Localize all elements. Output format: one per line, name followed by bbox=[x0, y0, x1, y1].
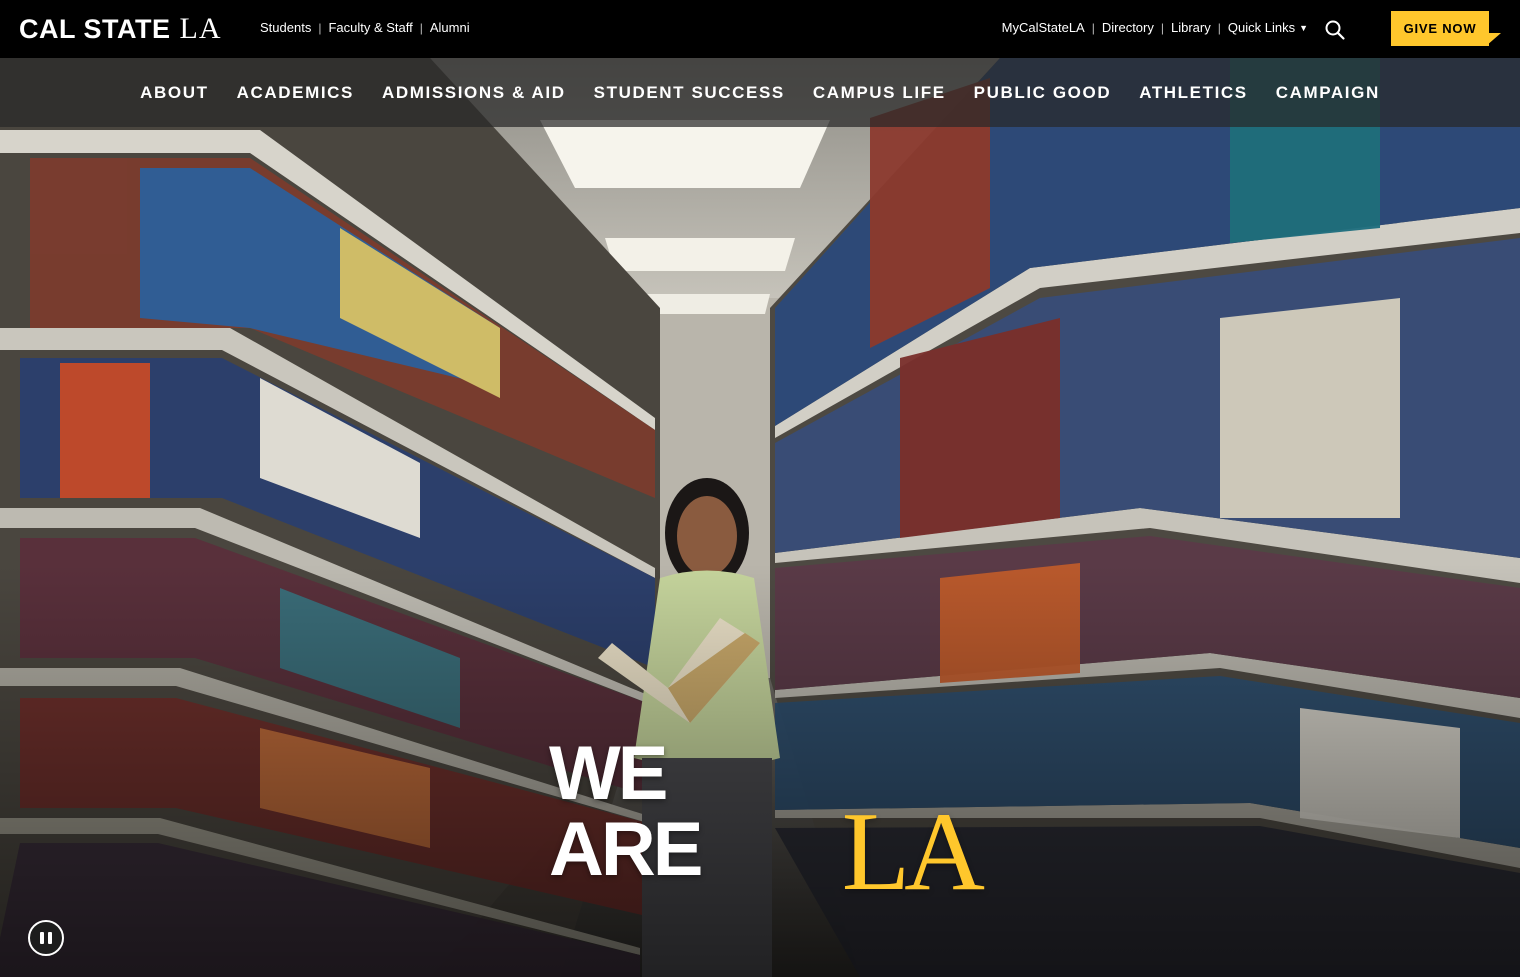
audience-nav: Students | Faculty & Staff | Alumni bbox=[260, 20, 470, 35]
top-utility-bar: CAL STATE LA Students | Faculty & Staff … bbox=[0, 0, 1520, 58]
logo-text-primary: CAL STATE bbox=[19, 14, 171, 44]
main-navigation: ABOUT ACADEMICS ADMISSIONS & AID STUDENT… bbox=[0, 58, 1520, 127]
separator: | bbox=[1160, 20, 1164, 35]
quick-links-dropdown[interactable]: Quick Links ▼ bbox=[1228, 20, 1308, 35]
nav-admissions-aid[interactable]: ADMISSIONS & AID bbox=[382, 83, 566, 103]
nav-campus-life[interactable]: CAMPUS LIFE bbox=[813, 83, 946, 103]
tagline-la-logo: LA bbox=[841, 790, 985, 914]
directory-link[interactable]: Directory bbox=[1102, 20, 1154, 35]
hero-tagline: WE ARE LA bbox=[549, 736, 985, 914]
quick-links-label: Quick Links bbox=[1227, 20, 1296, 35]
nav-academics[interactable]: ACADEMICS bbox=[237, 83, 354, 103]
caret-down-icon: ▼ bbox=[1299, 23, 1308, 33]
nav-athletics[interactable]: ATHLETICS bbox=[1139, 83, 1248, 103]
nav-campaign[interactable]: CAMPAIGN bbox=[1276, 83, 1380, 103]
logo-text-la: LA bbox=[179, 12, 222, 45]
separator: | bbox=[419, 20, 423, 35]
pause-icon[interactable] bbox=[28, 920, 64, 956]
separator: | bbox=[1091, 20, 1095, 35]
give-button-flag bbox=[1486, 33, 1501, 46]
separator: | bbox=[1217, 20, 1221, 35]
library-link[interactable]: Library bbox=[1171, 20, 1211, 35]
separator: | bbox=[318, 20, 322, 35]
utility-nav: MyCalStateLA | Directory | Library | Qui… bbox=[1002, 20, 1308, 35]
mycalstatela-link[interactable]: MyCalStateLA bbox=[1002, 20, 1085, 35]
nav-student-success[interactable]: STUDENT SUCCESS bbox=[594, 83, 785, 103]
nav-about[interactable]: ABOUT bbox=[140, 83, 208, 103]
cal-state-la-logo[interactable]: CAL STATE LA bbox=[19, 12, 222, 46]
audience-link-students[interactable]: Students bbox=[260, 20, 311, 35]
give-now-button[interactable]: GIVE NOW bbox=[1391, 11, 1489, 46]
search-icon[interactable] bbox=[1324, 19, 1346, 41]
hero-video: WE ARE LA bbox=[0, 58, 1520, 977]
nav-public-good[interactable]: PUBLIC GOOD bbox=[974, 83, 1112, 103]
tagline-we-are: WE ARE bbox=[549, 731, 703, 892]
pause-bar bbox=[48, 932, 52, 944]
pause-bar bbox=[40, 932, 44, 944]
audience-link-alumni[interactable]: Alumni bbox=[430, 20, 470, 35]
audience-link-faculty-staff[interactable]: Faculty & Staff bbox=[328, 20, 412, 35]
